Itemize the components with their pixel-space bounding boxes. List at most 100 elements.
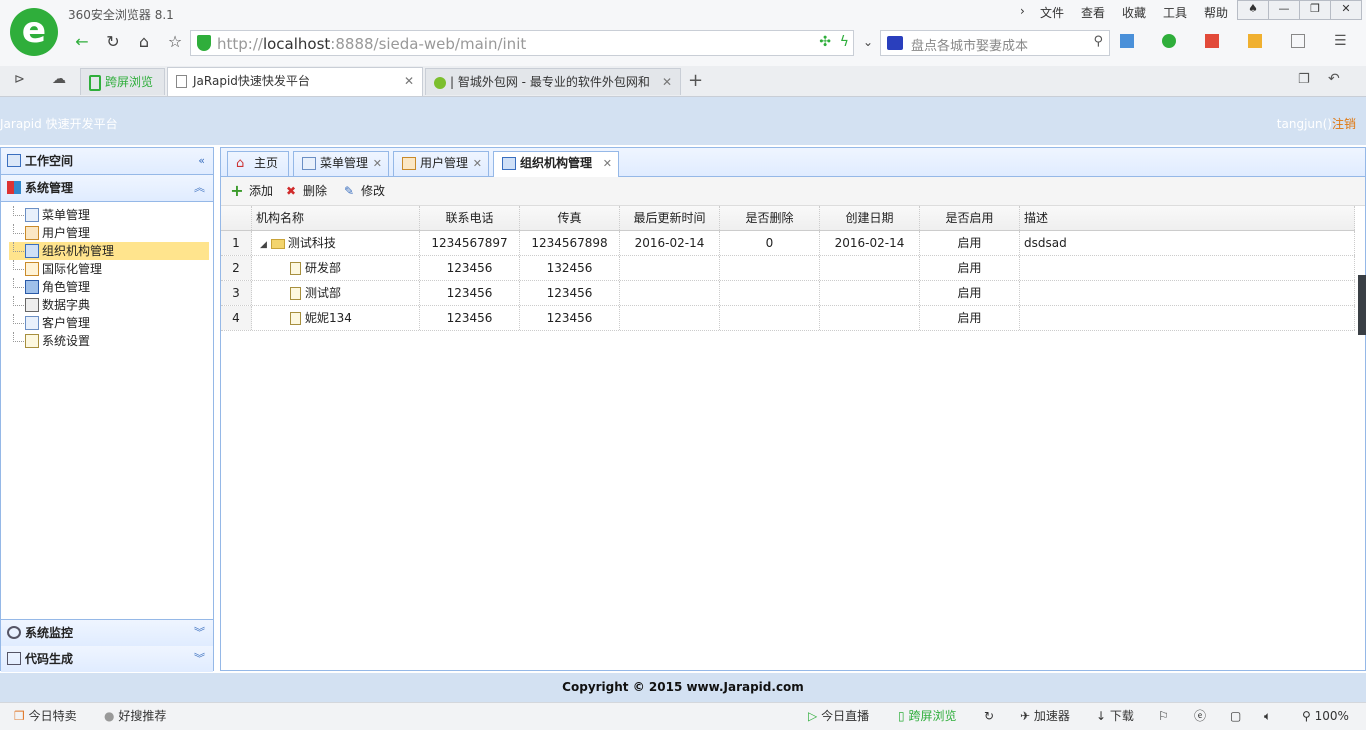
tab-user-management[interactable]: 用户管理 ✕: [393, 151, 489, 176]
tab-org-management[interactable]: 组织机构管理 ✕: [493, 151, 619, 177]
tab-close-icon[interactable]: ✕: [404, 68, 414, 94]
browser-tab-crossscreen[interactable]: 跨屏浏览: [80, 68, 165, 95]
sidebar-item-org[interactable]: 组织机构管理: [9, 242, 209, 260]
column-header[interactable]: 最后更新时间: [620, 206, 720, 230]
volume-icon[interactable]: 🔈︎: [1264, 703, 1271, 729]
side-scroll-handle[interactable]: [1358, 275, 1366, 335]
cloud-icon[interactable]: ☁: [52, 71, 66, 87]
column-header[interactable]: 传真: [520, 206, 620, 230]
table-row[interactable]: 4 妮妮134 123456 123456 启用: [221, 306, 1355, 331]
app-header: Jarapid 快速开发平台 tangjun()注销: [0, 97, 1366, 145]
sidebar-section-workspace[interactable]: 工作空间 «: [1, 148, 213, 175]
speed-icon[interactable]: ϟ: [840, 34, 849, 50]
delete-icon: ✖: [285, 184, 297, 198]
maximize-icon[interactable]: ❐: [1299, 0, 1331, 20]
sidebar-section-codegen[interactable]: 代码生成 ︾: [1, 646, 213, 672]
address-url[interactable]: http://localhost:8888/sieda-web/main/ini…: [217, 35, 526, 53]
sidebar-item-settings[interactable]: 系统设置: [9, 332, 209, 350]
sidebar-section-monitor[interactable]: 系统监控 ︾: [1, 619, 213, 647]
sidebar-item-menu[interactable]: 菜单管理: [9, 206, 209, 224]
monitor-icon: [7, 626, 21, 639]
compat-mode-icon[interactable]: ✣: [819, 34, 831, 50]
column-header[interactable]: 机构名称: [252, 206, 420, 230]
tab-close-icon[interactable]: ✕: [603, 152, 612, 175]
undo-close-icon[interactable]: ↶: [1328, 71, 1340, 87]
column-header[interactable]: 创建日期: [820, 206, 920, 230]
tab-close-icon[interactable]: ✕: [473, 152, 482, 175]
home-icon[interactable]: ⌂: [132, 30, 156, 54]
sidebar-item-i18n[interactable]: 国际化管理: [9, 260, 209, 278]
table-row[interactable]: 3 测试部 123456 123456 启用: [221, 281, 1355, 306]
collapse-left-icon[interactable]: «: [198, 148, 205, 174]
close-icon[interactable]: ✕: [1330, 0, 1362, 20]
tab-menu-management[interactable]: 菜单管理 ✕: [293, 151, 389, 176]
menu-tools[interactable]: 工具: [1163, 4, 1187, 21]
new-tab-icon[interactable]: +: [688, 70, 703, 91]
sidebar-item-roles[interactable]: 角色管理: [9, 278, 209, 296]
logout-link[interactable]: 注销: [1332, 117, 1356, 131]
accelerator-link[interactable]: ✈ 加速器: [1020, 703, 1070, 729]
skin-icon[interactable]: ♠: [1237, 0, 1269, 20]
column-header[interactable]: 是否启用: [920, 206, 1020, 230]
menu-arrow-icon[interactable]: ›: [1020, 4, 1025, 18]
screenshot-icon[interactable]: [1291, 34, 1305, 48]
column-header[interactable]: 描述: [1020, 206, 1355, 230]
search-icon[interactable]: ⚲: [1093, 34, 1103, 49]
created-cell: [820, 306, 920, 330]
zoom-control[interactable]: ⚲ 100%: [1302, 703, 1349, 729]
address-dropdown-icon[interactable]: ⌄: [856, 30, 880, 54]
recommend-link[interactable]: ● 好搜推荐: [104, 703, 166, 729]
crossscreen-link[interactable]: ▯ 跨屏浏览: [898, 703, 956, 729]
menu-icon: [302, 157, 316, 170]
gesture-icon[interactable]: ↻: [984, 703, 994, 729]
expand-down-icon[interactable]: ︾: [194, 646, 205, 672]
tab-home[interactable]: ⌂ 主页: [227, 151, 289, 176]
daily-deals-link[interactable]: ❒ 今日特卖: [14, 703, 77, 729]
extension-icon[interactable]: [1248, 34, 1262, 48]
ie-icon[interactable]: ⓔ: [1194, 703, 1206, 729]
tab-list-icon[interactable]: ❐: [1298, 72, 1310, 87]
minimize-icon[interactable]: —: [1268, 0, 1300, 20]
collapse-up-icon[interactable]: ︽: [194, 175, 205, 201]
add-button[interactable]: + 添加: [229, 182, 273, 200]
table-row[interactable]: 1 ◢ 测试科技 1234567897 1234567898 2016-02-14…: [221, 231, 1355, 256]
browser-tab-zhicheng[interactable]: | 智城外包网 - 最专业的软件外包网和 ✕: [425, 68, 681, 95]
deleted-cell: [720, 281, 820, 305]
flag-icon[interactable]: ⚐: [1158, 703, 1169, 729]
download-link[interactable]: ↓ 下载: [1096, 703, 1134, 729]
apps-icon[interactable]: [1120, 34, 1134, 48]
search-engine-icon[interactable]: [887, 36, 903, 50]
menu-view[interactable]: 查看: [1081, 4, 1105, 21]
favorite-star-icon[interactable]: ☆: [163, 30, 187, 54]
delete-button[interactable]: ✖ 删除: [283, 182, 327, 200]
column-header[interactable]: 联系电话: [420, 206, 520, 230]
back-icon[interactable]: ←: [70, 30, 94, 54]
sidebar-item-users[interactable]: 用户管理: [9, 224, 209, 242]
live-link[interactable]: ▷ 今日直播: [808, 703, 869, 729]
tab-close-icon[interactable]: ✕: [662, 69, 672, 95]
menu-favorites[interactable]: 收藏: [1122, 4, 1146, 21]
browser-tab-jarapid[interactable]: JaRapid快速快发平台 ✕: [167, 67, 423, 96]
sidebar-toggle-icon[interactable]: ⊳: [14, 72, 25, 87]
refresh-icon[interactable]: ↻: [101, 30, 125, 54]
pdf-icon[interactable]: [1205, 34, 1219, 48]
search-input[interactable]: 盘点各城市娶妻成本 ⚲: [880, 30, 1110, 56]
more-menu-icon[interactable]: ☰: [1334, 33, 1347, 49]
sidebar-item-dictionary[interactable]: 数据字典: [9, 296, 209, 314]
enabled-cell: 启用: [920, 281, 1020, 305]
edit-button[interactable]: ✎ 修改: [341, 182, 385, 200]
address-bar[interactable]: http://localhost:8888/sieda-web/main/ini…: [190, 30, 854, 56]
tree-expand-icon[interactable]: ◢: [260, 240, 267, 250]
safe-icon[interactable]: [1162, 34, 1176, 48]
window-icon[interactable]: ▢: [1230, 703, 1241, 729]
tab-close-icon[interactable]: ✕: [373, 152, 382, 175]
phone-cell: 123456: [420, 306, 520, 330]
add-icon: +: [230, 181, 244, 200]
table-row[interactable]: 2 研发部 123456 132456 启用: [221, 256, 1355, 281]
menu-file[interactable]: 文件: [1040, 4, 1064, 21]
sidebar-item-customers[interactable]: 客户管理: [9, 314, 209, 332]
column-header[interactable]: 是否删除: [720, 206, 820, 230]
sidebar-section-system[interactable]: 系统管理 ︽: [1, 175, 213, 202]
expand-down-icon[interactable]: ︾: [194, 620, 205, 646]
menu-help[interactable]: 帮助: [1204, 4, 1228, 21]
